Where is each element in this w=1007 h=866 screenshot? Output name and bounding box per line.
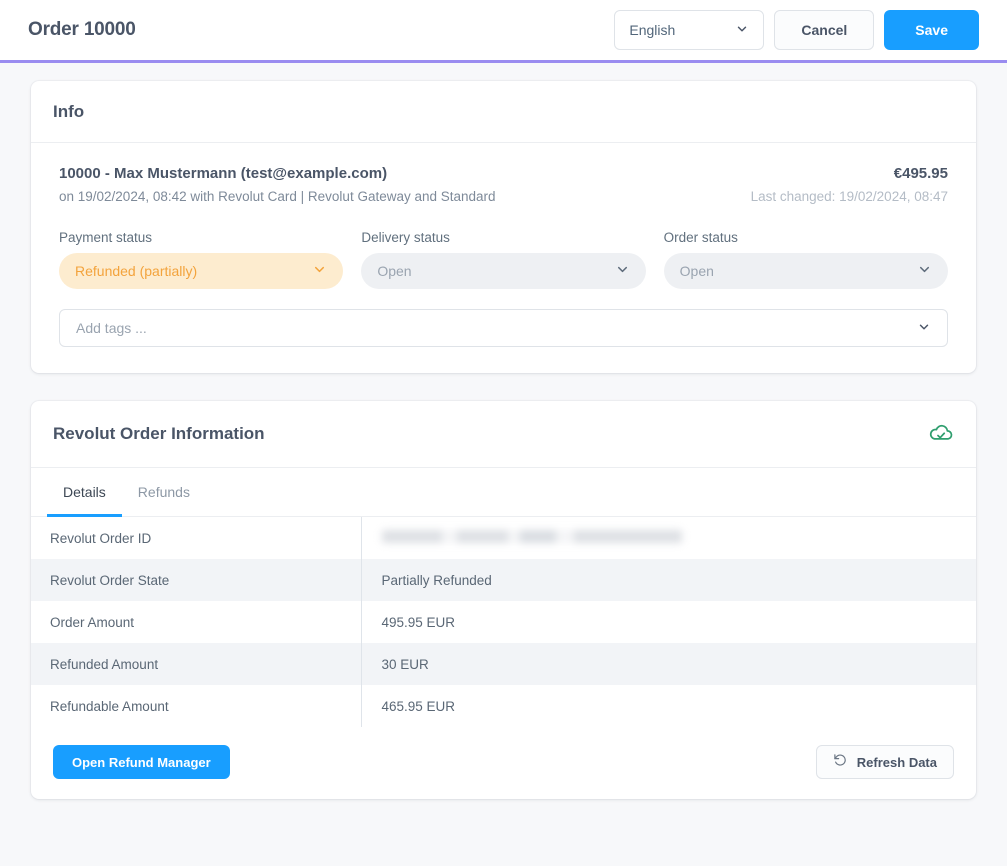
delivery-status-value: Open (377, 263, 412, 279)
payment-status-value: Refunded (partially) (75, 263, 198, 279)
tab-refunds[interactable]: Refunds (122, 468, 206, 517)
open-refund-manager-button[interactable]: Open Refund Manager (53, 745, 230, 779)
delivery-status-label: Delivery status (361, 230, 450, 245)
refresh-ccw-icon (833, 753, 848, 771)
payment-status-label: Payment status (59, 230, 153, 245)
row-key: Refunded Amount (31, 643, 362, 685)
page-body: Info 10000 - Max Mustermann (test@exampl… (0, 63, 1007, 799)
revolut-details-table: Revolut Order ID Revolut Order State Par… (31, 517, 976, 727)
order-status-select[interactable]: Open (663, 253, 948, 289)
info-card-header: Info (31, 81, 976, 143)
table-row: Revolut Order State Partially Refunded (31, 559, 976, 601)
table-row: Order Amount 495.95 EUR (31, 601, 976, 643)
cancel-button[interactable]: Cancel (774, 10, 875, 50)
row-value: 30 EUR (361, 643, 976, 685)
language-select-value: English (629, 22, 676, 38)
info-card-body: 10000 - Max Mustermann (test@example.com… (31, 143, 976, 373)
row-value: 465.95 EUR (381, 698, 456, 714)
order-status-field: Order status Open (663, 230, 948, 289)
revolut-card-footer: Open Refund Manager Refresh Data (31, 727, 976, 799)
app-header: Order 10000 English Cancel Save (0, 0, 1007, 60)
revolut-card-header: Revolut Order Information (31, 401, 976, 468)
table-row: Refunded Amount 30 EUR (31, 643, 976, 685)
table-row: Refundable Amount 465.95 EUR (31, 685, 976, 727)
row-key: Order Amount (31, 601, 362, 643)
order-summary-right: €495.95 Last changed: 19/02/2024, 08:47 (751, 165, 948, 204)
delivery-status-field: Delivery status Open (361, 230, 646, 289)
last-changed-text: Last changed: 19/02/2024, 08:47 (750, 189, 948, 204)
order-status-value: Open (679, 263, 714, 279)
tags-input[interactable]: Add tags ... (59, 309, 948, 347)
order-meta-line: on 19/02/2024, 08:42 with Revolut Card |… (59, 189, 496, 204)
row-value: 495.95 EUR (381, 614, 456, 630)
chevron-down-icon (917, 320, 931, 337)
info-card-title: Info (53, 101, 85, 121)
page-title: Order 10000 (28, 19, 136, 40)
header-actions: English Cancel Save (614, 10, 979, 50)
delivery-status-select[interactable]: Open (361, 253, 646, 289)
info-card: Info 10000 - Max Mustermann (test@exampl… (31, 81, 976, 373)
customer-line: 10000 - Max Mustermann (test@example.com… (59, 165, 388, 182)
table-row: Revolut Order ID (31, 517, 976, 559)
row-key: Revolut Order State (31, 559, 362, 601)
save-button[interactable]: Save (884, 10, 979, 50)
status-fields-row: Payment status Refunded (partially) Deli… (59, 230, 948, 289)
order-summary-left: 10000 - Max Mustermann (test@example.com… (59, 165, 496, 204)
revolut-card-title: Revolut Order Information (53, 424, 265, 443)
chevron-down-icon (312, 262, 327, 280)
language-select[interactable]: English (614, 10, 765, 50)
payment-status-select[interactable]: Refunded (partially) (59, 253, 344, 289)
refresh-data-button[interactable]: Refresh Data (815, 745, 954, 779)
order-status-label: Order status (663, 230, 738, 245)
cloud-check-icon (928, 421, 954, 447)
revolut-card-tabs: Details Refunds (31, 468, 976, 517)
tab-details[interactable]: Details (47, 468, 122, 517)
redacted-order-id (381, 530, 682, 543)
row-value: Partially Refunded (361, 559, 976, 601)
chevron-down-icon (917, 262, 932, 280)
row-value (361, 517, 976, 559)
tags-input-placeholder: Add tags ... (76, 320, 147, 336)
chevron-down-icon (735, 22, 749, 39)
row-key: Revolut Order ID (31, 517, 362, 559)
order-summary: 10000 - Max Mustermann (test@example.com… (59, 165, 948, 204)
refresh-data-label: Refresh Data (856, 754, 937, 770)
order-total-amount: €495.95 (893, 165, 948, 182)
chevron-down-icon (615, 262, 630, 280)
row-key: Refundable Amount (31, 685, 362, 727)
payment-status-field: Payment status Refunded (partially) (59, 230, 344, 289)
revolut-order-information-card: Revolut Order Information Details Refund… (31, 401, 976, 799)
